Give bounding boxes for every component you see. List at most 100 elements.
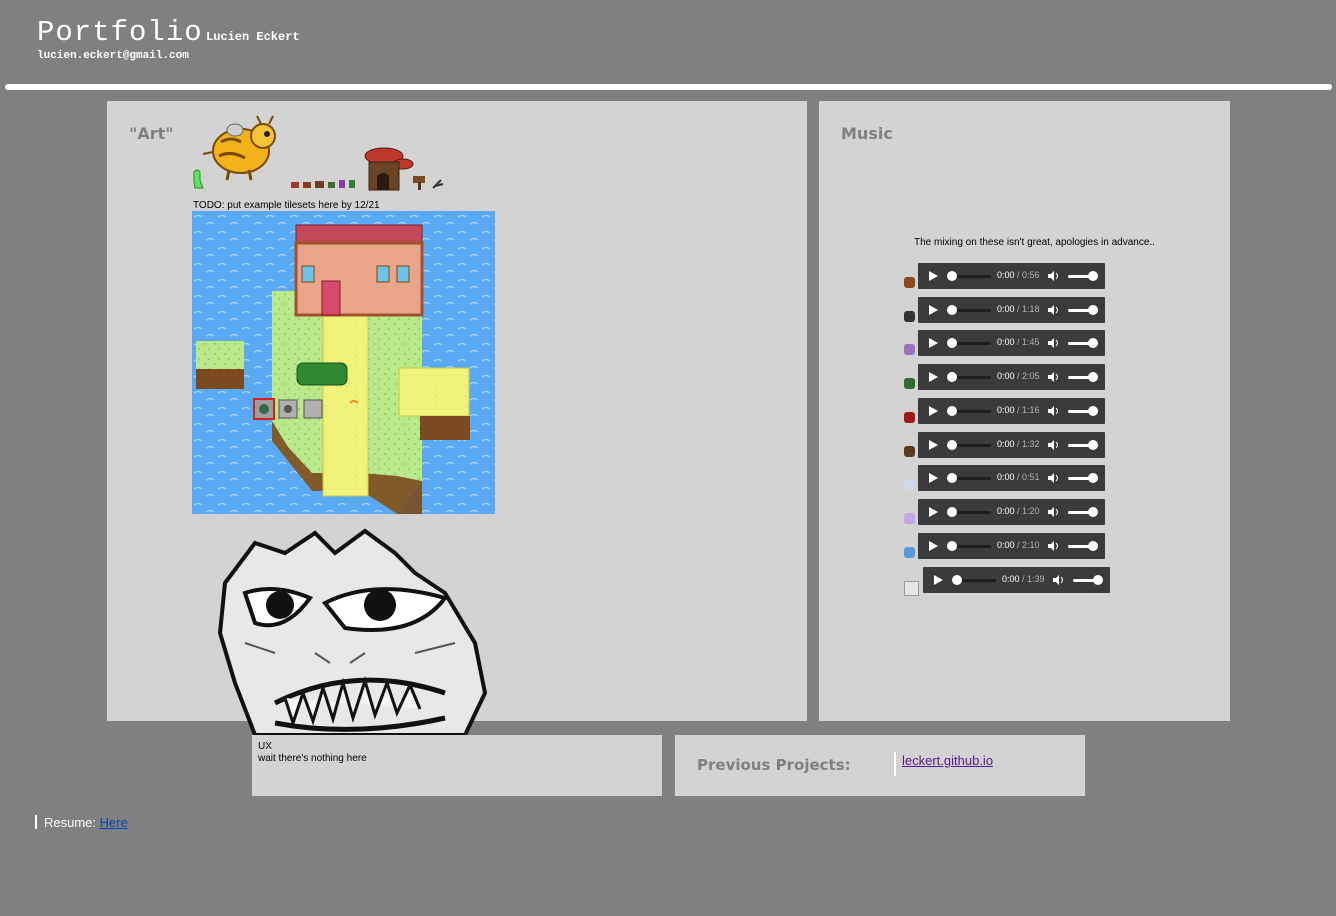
- time-separator: /: [1014, 506, 1023, 516]
- poop-icon: [904, 277, 915, 288]
- author-name: Lucien Eckert: [206, 30, 300, 44]
- duration: 1:32: [1022, 439, 1040, 449]
- volume-knob[interactable]: [1088, 541, 1098, 551]
- seek-knob[interactable]: [947, 271, 957, 281]
- current-time: 0:00: [997, 270, 1015, 280]
- time-display: 0:00 / 1:45: [997, 337, 1040, 347]
- audio-player[interactable]: 0:00 / 1:16: [918, 398, 1105, 424]
- game-map-image: [192, 211, 495, 514]
- seek-knob[interactable]: [947, 541, 957, 551]
- audio-track-row: 0:00 / 0:56: [904, 263, 1124, 289]
- seek-bar[interactable]: [951, 477, 991, 480]
- play-icon[interactable]: [929, 406, 938, 416]
- volume-icon[interactable]: [1048, 406, 1060, 416]
- seek-knob[interactable]: [947, 440, 957, 450]
- seek-knob[interactable]: [947, 473, 957, 483]
- play-icon[interactable]: [934, 575, 943, 585]
- volume-knob[interactable]: [1088, 372, 1098, 382]
- volume-knob[interactable]: [1088, 271, 1098, 281]
- audio-player[interactable]: 0:00 / 1:39: [923, 567, 1110, 593]
- audio-player[interactable]: 0:00 / 0:51: [918, 465, 1105, 491]
- audio-track-row: 0:00 / 1:20: [904, 499, 1124, 525]
- seek-bar[interactable]: [951, 342, 991, 345]
- current-time: 0:00: [997, 472, 1015, 482]
- duration: 0:56: [1022, 270, 1040, 280]
- volume-knob[interactable]: [1088, 338, 1098, 348]
- current-time: 0:00: [997, 405, 1015, 415]
- time-separator: /: [1014, 540, 1023, 550]
- volume-knob[interactable]: [1088, 406, 1098, 416]
- author-email: lucien.eckert@gmail.com: [37, 50, 189, 62]
- volume-icon[interactable]: [1048, 271, 1060, 281]
- audio-track-row: 0:00 / 1:45: [904, 330, 1124, 356]
- magnifier-icon: [904, 446, 915, 457]
- audio-player[interactable]: 0:00 / 1:32: [918, 432, 1105, 458]
- audio-track-row: 0:00 / 2:05: [904, 364, 1124, 390]
- time-separator: /: [1014, 337, 1023, 347]
- play-icon[interactable]: [929, 338, 938, 348]
- seek-knob[interactable]: [947, 406, 957, 416]
- volume-icon[interactable]: [1048, 338, 1060, 348]
- time-separator: /: [1014, 270, 1023, 280]
- clock-icon: [904, 311, 915, 322]
- volume-knob[interactable]: [1093, 575, 1103, 585]
- resume-link[interactable]: Here: [100, 815, 128, 830]
- page-title: Portfolio: [37, 16, 203, 49]
- current-time: 0:00: [997, 506, 1015, 516]
- play-icon[interactable]: [929, 507, 938, 517]
- play-icon[interactable]: [929, 541, 938, 551]
- duration: 0:51: [1022, 472, 1040, 482]
- volume-knob[interactable]: [1088, 507, 1098, 517]
- seek-knob[interactable]: [947, 338, 957, 348]
- frog-icon: [904, 378, 915, 389]
- audio-player[interactable]: 0:00 / 1:20: [918, 499, 1105, 525]
- play-icon[interactable]: [929, 473, 938, 483]
- play-icon[interactable]: [929, 440, 938, 450]
- volume-icon[interactable]: [1048, 507, 1060, 517]
- previous-project-link[interactable]: leckert.github.io: [902, 753, 993, 768]
- time-separator: /: [1014, 405, 1023, 415]
- volume-icon[interactable]: [1053, 575, 1065, 585]
- seek-bar[interactable]: [951, 444, 991, 447]
- sprite-strip-image: [193, 115, 444, 191]
- seek-bar[interactable]: [951, 545, 991, 548]
- play-icon[interactable]: [929, 305, 938, 315]
- seek-knob[interactable]: [947, 507, 957, 517]
- faint-icon: [904, 479, 915, 490]
- audio-player[interactable]: 0:00 / 1:45: [918, 330, 1105, 356]
- audio-player[interactable]: 0:00 / 2:10: [918, 533, 1105, 559]
- audio-player[interactable]: 0:00 / 2:05: [918, 364, 1105, 390]
- volume-icon[interactable]: [1048, 440, 1060, 450]
- seek-bar[interactable]: [951, 511, 991, 514]
- volume-icon[interactable]: [1048, 541, 1060, 551]
- time-separator: /: [1019, 574, 1028, 584]
- resume-label: Resume:: [44, 815, 100, 830]
- time-display: 0:00 / 1:16: [997, 405, 1040, 415]
- play-icon[interactable]: [929, 372, 938, 382]
- seek-bar[interactable]: [951, 376, 991, 379]
- art-panel: "Art" TODO: put example tilesets here by…: [107, 101, 807, 735]
- duration: 2:10: [1022, 540, 1040, 550]
- seek-bar[interactable]: [951, 275, 991, 278]
- bee-sprite-icon: [202, 115, 276, 181]
- audio-player[interactable]: 0:00 / 1:18: [918, 297, 1105, 323]
- audio-player[interactable]: 0:00 / 0:56: [918, 263, 1105, 289]
- volume-knob[interactable]: [1088, 305, 1098, 315]
- seek-knob[interactable]: [947, 372, 957, 382]
- seek-knob[interactable]: [947, 305, 957, 315]
- seek-bar[interactable]: [951, 309, 991, 312]
- volume-icon[interactable]: [1048, 372, 1060, 382]
- current-time: 0:00: [997, 337, 1015, 347]
- flask-icon: [904, 547, 915, 558]
- art-title: "Art": [129, 124, 174, 143]
- volume-knob[interactable]: [1088, 440, 1098, 450]
- seek-knob[interactable]: [952, 575, 962, 585]
- volume-knob[interactable]: [1088, 473, 1098, 483]
- resume-line: Resume: Here: [44, 815, 128, 830]
- play-icon[interactable]: [929, 271, 938, 281]
- time-display: 0:00 / 1:18: [997, 304, 1040, 314]
- seek-bar[interactable]: [956, 579, 996, 582]
- volume-icon[interactable]: [1048, 473, 1060, 483]
- volume-icon[interactable]: [1048, 305, 1060, 315]
- seek-bar[interactable]: [951, 410, 991, 413]
